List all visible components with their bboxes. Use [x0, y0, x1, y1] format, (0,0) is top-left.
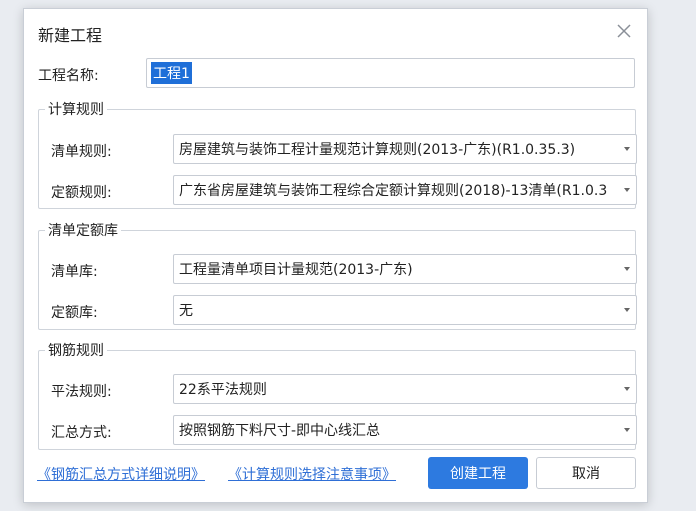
- summary-method-label: 汇总方式:: [51, 425, 112, 441]
- chevron-down-icon: [624, 267, 630, 271]
- chevron-down-icon: [624, 147, 630, 151]
- project-name-input[interactable]: 工程1: [146, 58, 635, 88]
- summary-method-select[interactable]: 按照钢筋下料尺寸-即中心线汇总: [173, 415, 637, 445]
- list-rule-label: 清单规则:: [51, 144, 112, 160]
- list-library-value: 工程量清单项目计量规范(2013-广东): [179, 262, 413, 278]
- close-icon[interactable]: [613, 20, 635, 42]
- list-library-label: 清单库:: [51, 264, 98, 280]
- rebar-rules-group: 钢筋规则 平法规则: 22系平法规则 汇总方式: 按照钢筋下料尺寸-即中心线汇总: [38, 340, 637, 450]
- quota-rule-select[interactable]: 广东省房屋建筑与装饰工程综合定额计算规则(2018)-13清单(R1.0.3: [173, 175, 637, 205]
- list-rule-value: 房屋建筑与装饰工程计量规范计算规则(2013-广东)(R1.0.35.3): [179, 142, 576, 158]
- summary-method-value: 按照钢筋下料尺寸-即中心线汇总: [179, 423, 381, 439]
- quota-library-label: 定额库:: [51, 305, 98, 321]
- quota-rule-label: 定额规则:: [51, 185, 112, 201]
- calc-rule-notes-link[interactable]: 《计算规则选择注意事项》: [228, 464, 396, 484]
- dialog-title: 新建工程: [38, 26, 103, 45]
- chevron-down-icon: [624, 308, 630, 312]
- library-group: 清单定额库 清单库: 工程量清单项目计量规范(2013-广东) 定额库: 无: [38, 220, 637, 330]
- quota-rule-value: 广东省房屋建筑与装饰工程综合定额计算规则(2018)-13清单(R1.0.3: [179, 183, 608, 199]
- rebar-summary-help-link[interactable]: 《钢筋汇总方式详细说明》: [37, 464, 205, 484]
- new-project-dialog: 新建工程 工程名称: 工程1 计算规则 清单规则: 房屋建筑与装饰工程计量规范计…: [23, 8, 648, 503]
- flat-rule-label: 平法规则:: [51, 384, 112, 400]
- flat-rule-select[interactable]: 22系平法规则: [173, 374, 637, 404]
- cancel-button[interactable]: 取消: [536, 457, 636, 489]
- flat-rule-value: 22系平法规则: [179, 382, 267, 398]
- chevron-down-icon: [624, 188, 630, 192]
- list-rule-select[interactable]: 房屋建筑与装饰工程计量规范计算规则(2013-广东)(R1.0.35.3): [173, 134, 637, 164]
- quota-library-value: 无: [179, 303, 193, 319]
- chevron-down-icon: [624, 428, 630, 432]
- quota-library-select[interactable]: 无: [173, 295, 637, 325]
- calc-rules-legend: 计算规则: [48, 102, 104, 118]
- create-project-button[interactable]: 创建工程: [428, 457, 528, 489]
- project-name-label: 工程名称:: [38, 68, 99, 84]
- library-legend: 清单定额库: [48, 223, 118, 239]
- rebar-rules-legend: 钢筋规则: [48, 343, 104, 359]
- calc-rules-group: 计算规则 清单规则: 房屋建筑与装饰工程计量规范计算规则(2013-广东)(R1…: [38, 99, 637, 209]
- list-library-select[interactable]: 工程量清单项目计量规范(2013-广东): [173, 254, 637, 284]
- project-name-value: 工程1: [151, 62, 192, 84]
- chevron-down-icon: [624, 387, 630, 391]
